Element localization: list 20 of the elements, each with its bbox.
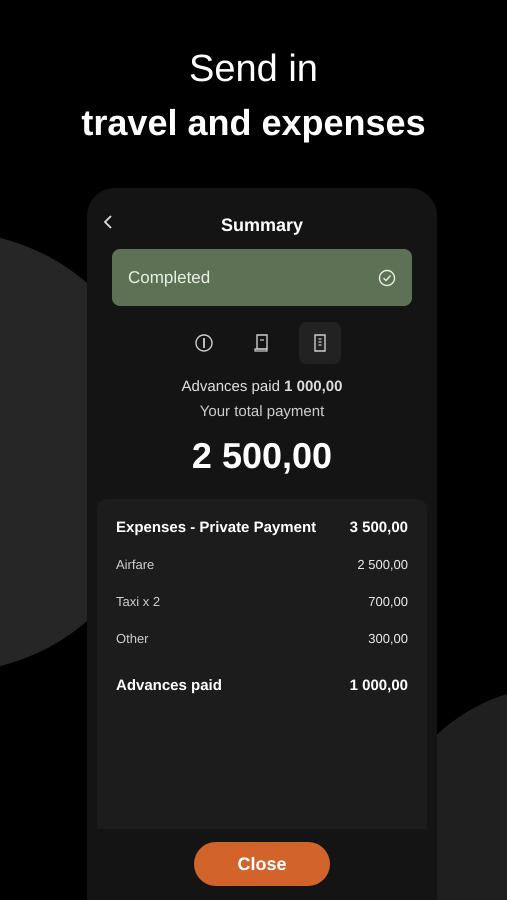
row-amount: 700,00 — [368, 593, 408, 612]
headline: travel and expenses — [81, 101, 426, 145]
row-label: Airfare — [116, 556, 154, 574]
close-button[interactable]: Close — [194, 842, 330, 886]
row-label: Advances paid — [116, 676, 222, 696]
screen-title: Summary — [220, 214, 304, 236]
row-label: Other — [116, 630, 149, 648]
total-label: Your total payment — [200, 402, 324, 422]
info-circle-icon — [193, 332, 215, 354]
row-label: Taxi x 2 — [116, 593, 160, 612]
status-label: Completed — [128, 266, 210, 289]
headline: Send in — [189, 47, 318, 92]
row-amount: 300,00 — [368, 630, 408, 648]
row-label: Expenses - Private Payment — [116, 518, 316, 538]
tab[interactable] — [299, 322, 341, 364]
row-amount: 1 000,00 — [350, 676, 408, 696]
row-amount: 3 500,00 — [350, 518, 408, 538]
advances-text: Advances paid 1 000,00 — [182, 377, 342, 397]
total-amount: 2 500,00 — [192, 434, 332, 478]
row-amount: 2 500,00 — [357, 556, 408, 574]
